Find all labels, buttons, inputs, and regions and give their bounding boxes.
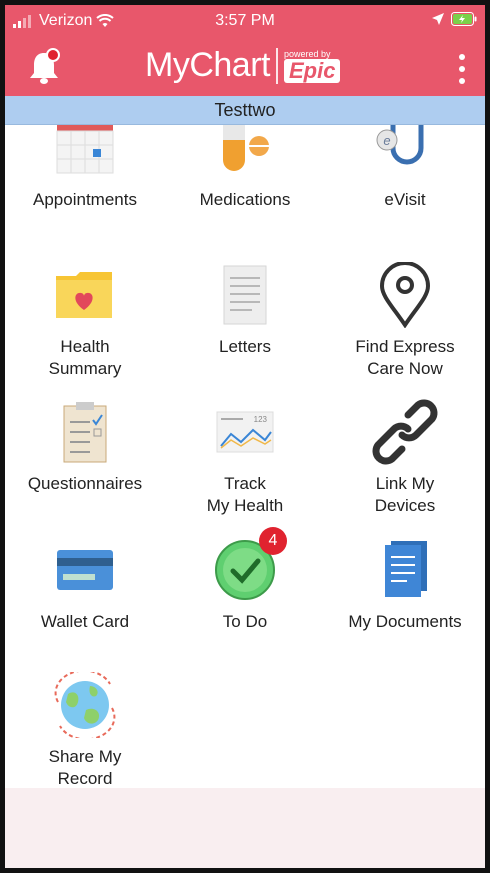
tile-label: To Do: [222, 612, 268, 631]
link-chain-icon: [365, 397, 445, 467]
tile-label: Link My Devices: [374, 474, 436, 515]
tile-link-my-devices[interactable]: Link My Devices: [325, 397, 485, 517]
map-pin-icon: [365, 260, 445, 330]
location-arrow-icon: [432, 13, 444, 25]
svg-text:e: e: [383, 133, 390, 148]
credit-card-icon: [45, 535, 125, 605]
tile-label: Find Express Care Now: [355, 337, 455, 378]
stethoscope-icon: e: [365, 125, 445, 183]
tile-questionnaires[interactable]: Questionnaires: [5, 397, 165, 495]
mychart-logo: MyChart powered by Epic: [145, 46, 341, 85]
clipboard-icon: [45, 397, 125, 467]
logo-mychart: MyChart: [145, 46, 270, 84]
tile-wallet-card[interactable]: Wallet Card: [5, 535, 165, 633]
tile-to-do[interactable]: 4 To Do: [165, 527, 325, 633]
tile-label: Letters: [219, 337, 271, 356]
tile-letters[interactable]: Letters: [165, 260, 325, 358]
battery-icon: [451, 12, 477, 26]
tile-label: Health Summary: [48, 337, 122, 378]
tile-label: Appointments: [33, 190, 137, 209]
tile-evisit[interactable]: e eVisit: [325, 125, 485, 211]
chart-tracker-icon: 123: [205, 397, 285, 467]
globe-share-icon: [45, 670, 125, 740]
patient-name: Testtwo: [214, 100, 276, 120]
letter-document-icon: [205, 260, 285, 330]
phone-screen: Verizon 3:57 PM MyChart powered by Epic …: [0, 0, 490, 873]
tile-label: Medications: [199, 190, 291, 209]
tile-find-express-care[interactable]: Find Express Care Now: [325, 260, 485, 380]
logo-powered-by: powered by Epic: [283, 48, 341, 83]
todo-count-badge: 4: [259, 527, 287, 555]
tile-label: Questionnaires: [27, 474, 143, 493]
pill-icon: [205, 125, 285, 183]
activity-grid: Appointments Medications e eVisit Health…: [5, 125, 485, 788]
documents-stack-icon: [365, 535, 445, 605]
logo-epic: Epic: [283, 58, 341, 83]
tile-label: Share My Record: [48, 747, 122, 788]
more-menu-icon[interactable]: [457, 54, 467, 84]
tile-share-my-record[interactable]: Share My Record: [5, 670, 165, 788]
bottom-area: [5, 788, 485, 868]
notification-bell-icon[interactable]: [27, 48, 61, 86]
logo-powered-text: powered by: [283, 48, 331, 59]
tile-my-documents[interactable]: My Documents: [325, 535, 485, 633]
tile-medications[interactable]: Medications: [165, 125, 325, 211]
tile-track-my-health[interactable]: 123 Track My Health: [165, 397, 325, 517]
tile-appointments[interactable]: Appointments: [5, 125, 165, 211]
tile-label: eVisit: [384, 190, 426, 209]
tile-label: Track My Health: [206, 474, 284, 515]
logo-divider: [275, 47, 278, 84]
patient-name-bar[interactable]: Testtwo: [5, 96, 485, 125]
tile-label: Wallet Card: [40, 612, 130, 631]
checkmark-clock-icon: 4: [205, 527, 287, 605]
status-right: [431, 12, 477, 26]
status-time: 3:57 PM: [215, 12, 275, 29]
svg-text:123: 123: [254, 415, 268, 424]
tile-label: My Documents: [348, 612, 462, 631]
status-bar: Verizon 3:57 PM: [5, 5, 485, 38]
tile-health-summary[interactable]: Health Summary: [5, 260, 165, 380]
app-header: MyChart powered by Epic: [5, 38, 485, 96]
heart-folder-icon: [45, 260, 125, 330]
calendar-icon: [45, 125, 125, 183]
